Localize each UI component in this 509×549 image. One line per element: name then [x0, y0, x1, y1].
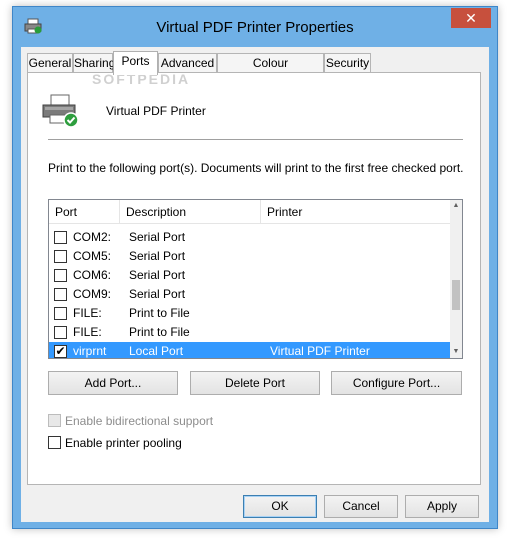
port-checkbox[interactable]: [54, 269, 67, 282]
apply-button[interactable]: Apply: [405, 495, 479, 518]
configure-port-button[interactable]: Configure Port...: [331, 371, 462, 395]
divider: [48, 139, 463, 140]
properties-window: Virtual PDF Printer Properties ✕ General…: [12, 6, 498, 529]
list-item[interactable]: COM9: Serial Port: [49, 285, 452, 304]
delete-port-button[interactable]: Delete Port: [190, 371, 320, 395]
port-description: Print to File: [129, 325, 190, 339]
list-item-selected[interactable]: ✔ virprnt Local Port Virtual PDF Printer: [49, 342, 452, 358]
add-port-button[interactable]: Add Port...: [48, 371, 178, 395]
tab-advanced[interactable]: Advanced: [158, 53, 217, 73]
port-description: Print to File: [129, 306, 190, 320]
bidirectional-label: Enable bidirectional support: [65, 414, 214, 428]
port-name: COM2:: [73, 230, 112, 244]
tab-sharing[interactable]: Sharing: [73, 53, 115, 73]
ports-list[interactable]: Port Description Printer COM2: Serial Po…: [48, 199, 463, 359]
port-printer: Virtual PDF Printer: [270, 344, 370, 358]
port-name: COM9:: [73, 287, 112, 301]
window-title: Virtual PDF Printer Properties: [156, 19, 354, 36]
list-item[interactable]: COM5: Serial Port: [49, 247, 452, 266]
tab-colour-management[interactable]: Colour Management: [217, 53, 324, 88]
cancel-button[interactable]: Cancel: [324, 495, 398, 518]
port-description: Serial Port: [129, 287, 186, 301]
list-header: Port Description Printer: [49, 200, 452, 224]
port-name: virprnt: [73, 344, 107, 358]
port-description: Serial Port: [129, 230, 186, 244]
printer-check-icon: [42, 94, 79, 128]
port-name: COM6:: [73, 268, 112, 282]
printer-name: Virtual PDF Printer: [106, 104, 206, 118]
port-checkbox[interactable]: [54, 307, 67, 320]
tab-security[interactable]: Security: [324, 53, 371, 73]
port-checkbox[interactable]: [54, 231, 67, 244]
pooling-label[interactable]: Enable printer pooling: [65, 435, 182, 451]
column-header-printer[interactable]: Printer: [261, 200, 452, 224]
scroll-down-icon[interactable]: ▼: [450, 346, 462, 358]
port-name: FILE:: [73, 325, 102, 339]
list-scrollbar[interactable]: ▲ ▼: [450, 200, 462, 358]
port-description: Local Port: [129, 344, 184, 358]
port-description: Serial Port: [129, 268, 186, 282]
ok-button[interactable]: OK: [243, 495, 317, 518]
list-item[interactable]: COM2: Serial Port: [49, 228, 452, 247]
port-description: Serial Port: [129, 249, 186, 263]
scroll-thumb[interactable]: [452, 280, 460, 310]
port-checkbox[interactable]: [54, 326, 67, 339]
ports-description: Print to the following port(s). Document…: [48, 161, 464, 175]
bidirectional-checkbox: [48, 414, 61, 427]
port-checkbox-checked[interactable]: ✔: [54, 345, 67, 358]
port-name: COM5:: [73, 249, 112, 263]
port-name: FILE:: [73, 306, 102, 320]
port-checkbox[interactable]: [54, 250, 67, 263]
scroll-up-icon[interactable]: ▲: [450, 200, 462, 212]
list-item[interactable]: FILE: Print to File: [49, 304, 452, 323]
dialog-client: General Sharing Ports Advanced Colour Ma…: [21, 47, 489, 522]
close-button[interactable]: ✕: [451, 8, 491, 28]
list-item[interactable]: COM6: Serial Port: [49, 266, 452, 285]
pooling-checkbox[interactable]: [48, 436, 61, 449]
port-checkbox[interactable]: [54, 288, 67, 301]
title-bar[interactable]: Virtual PDF Printer Properties ✕: [13, 7, 497, 47]
list-item[interactable]: FILE: Print to File: [49, 323, 452, 342]
tab-ports[interactable]: Ports: [113, 51, 158, 75]
ports-panel: SOFTPEDIA Virtual PDF Printer Print to t…: [27, 71, 481, 485]
column-header-port[interactable]: Port: [49, 200, 120, 224]
tab-general[interactable]: General: [27, 53, 73, 73]
column-header-description[interactable]: Description: [120, 200, 261, 224]
